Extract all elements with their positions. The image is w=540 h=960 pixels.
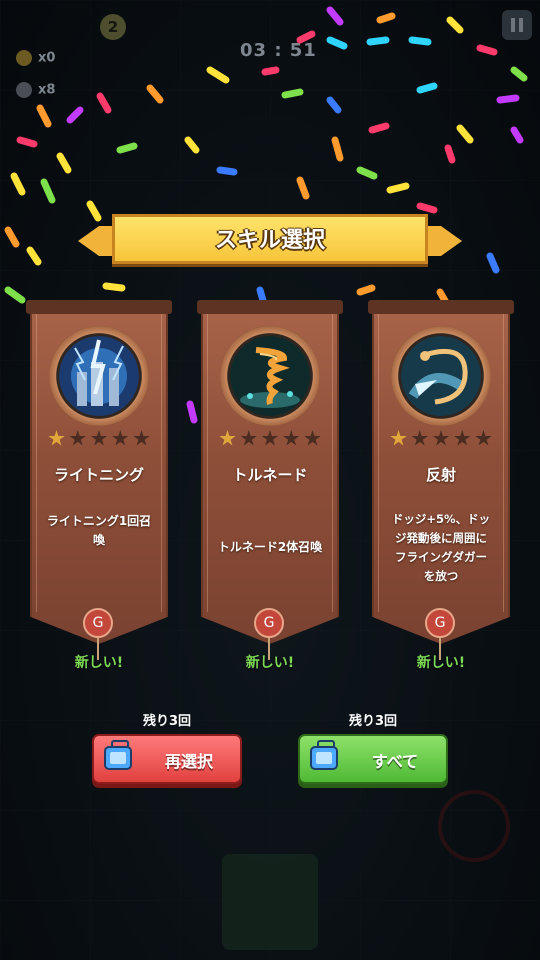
star-empty-icon [69, 430, 86, 446]
tv-ad-icon [104, 746, 132, 770]
skill-description: ドッジ+5%、ドッ ジ発動後に周囲に フライングダガー を放つ [391, 512, 491, 583]
level-badge: 2 [100, 14, 126, 40]
star-rating [219, 430, 321, 447]
reroll-remaining: 残り3回 [142, 714, 192, 729]
kill-count: x8 [38, 82, 56, 98]
star-empty-icon [261, 430, 279, 446]
skill-medallion [391, 326, 491, 426]
star-rating [48, 430, 150, 447]
card-cap [368, 300, 514, 314]
card-cap [197, 300, 343, 314]
skill-select-banner: スキル選択 [78, 214, 462, 268]
star-empty-icon [475, 430, 492, 446]
star-empty-icon [411, 430, 428, 446]
all-remaining: 残り3回 [348, 714, 398, 729]
reroll-button[interactable]: 再選択 [92, 734, 242, 784]
take-all-button-label: すべて [371, 752, 419, 771]
tornado-skill-icon [230, 336, 310, 416]
game-timer: 03 : 51 [240, 40, 317, 61]
star-filled-icon [48, 430, 65, 446]
dragon-reflect-skill-icon [401, 336, 481, 416]
star-empty-icon [240, 430, 257, 446]
star-filled-icon [390, 430, 407, 446]
skill-medallion [220, 326, 320, 426]
skill-card-reflect[interactable]: 反射 ドッジ+5%、ドッ ジ発動後に周囲に フライングダガー を放つ G [368, 300, 514, 660]
skill-medallion [49, 326, 149, 426]
card-emblem-icon: G [254, 608, 284, 638]
card-cap [26, 300, 172, 314]
skill-name: ライトニング [53, 466, 144, 484]
skill-description: ライトニング1回召 喚 [46, 514, 152, 547]
star-rating [390, 430, 492, 447]
skill-card-tornado[interactable]: トルネード トルネード2体召喚 G [197, 300, 343, 660]
page-title: スキル選択 [214, 228, 325, 253]
star-empty-icon [133, 430, 150, 446]
reroll-button-label: 再選択 [164, 752, 213, 771]
skill-name: 反射 [425, 466, 456, 484]
new-label: 新しい! [245, 655, 295, 671]
star-empty-icon [454, 430, 471, 446]
coin-icon [16, 50, 32, 66]
card-emblem-icon: G [425, 608, 455, 638]
skill-description: トルネード2体召喚 [217, 540, 323, 554]
skull-icon [16, 82, 32, 98]
coin-counter: x0 [16, 50, 55, 66]
new-label: 新しい! [416, 655, 466, 671]
lightning-skill-icon [59, 336, 139, 416]
star-empty-icon [112, 430, 129, 446]
take-all-button[interactable]: すべて [298, 734, 448, 784]
skill-name: トルネード [232, 466, 308, 484]
card-emblem-icon: G [83, 608, 113, 638]
star-empty-icon [90, 430, 108, 446]
star-empty-icon [283, 430, 300, 446]
kill-counter: x8 [16, 82, 55, 98]
coin-count: x0 [38, 50, 56, 66]
tv-ad-icon [310, 746, 338, 770]
star-empty-icon [432, 430, 450, 446]
star-empty-icon [304, 430, 321, 446]
pause-button[interactable] [502, 10, 532, 40]
skill-card-lightning[interactable]: ライトニング ライトニング1回召 喚 G [26, 300, 172, 660]
star-filled-icon [219, 430, 236, 446]
new-label: 新しい! [74, 655, 124, 671]
